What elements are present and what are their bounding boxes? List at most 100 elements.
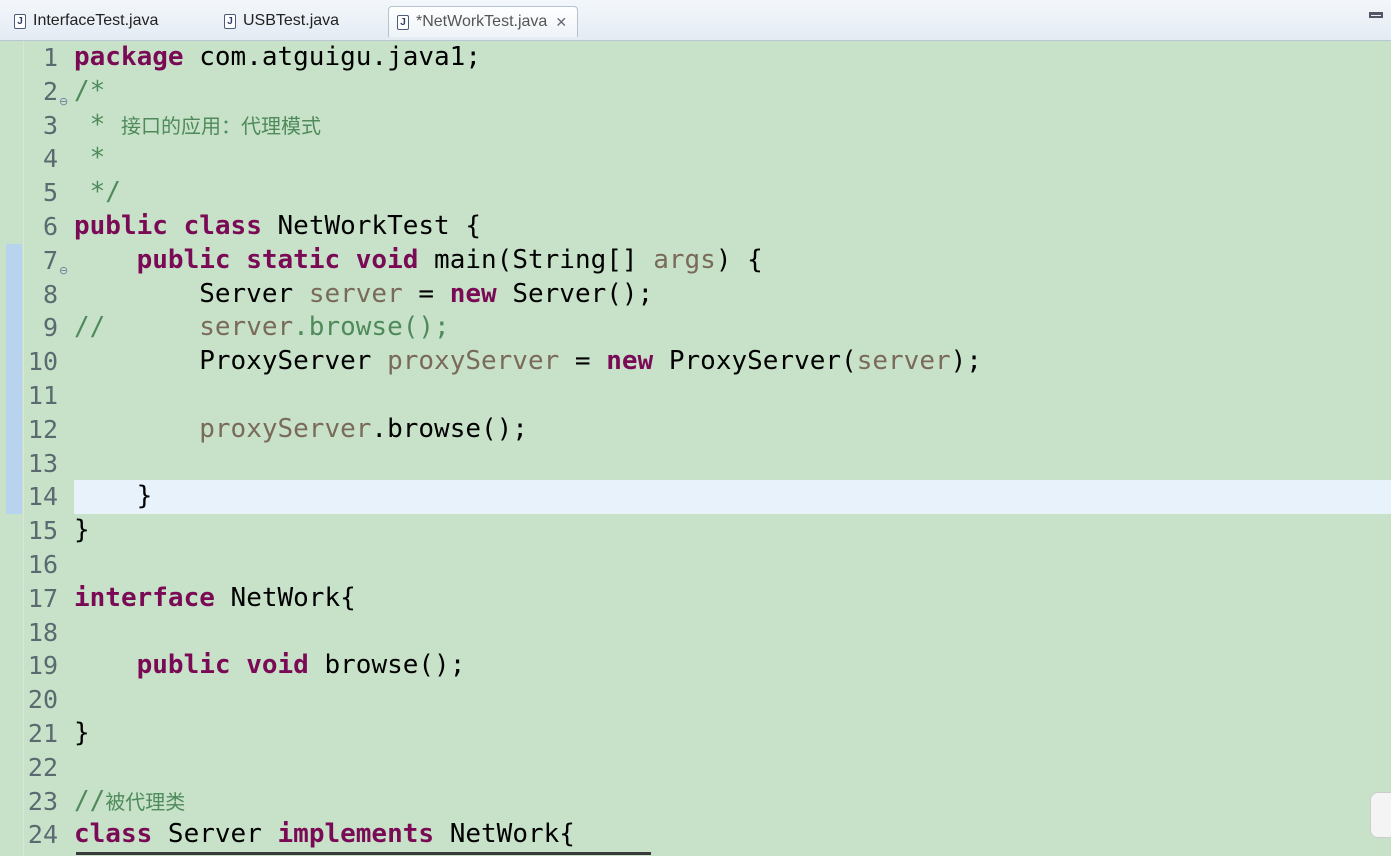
code-token: ProxyServer(: [653, 346, 857, 377]
code-line[interactable]: 15}: [0, 514, 1391, 548]
code-editor[interactable]: 1 package com.atguigu.java1; 2 ⊖/* 3 * 接口的应用…: [0, 41, 1391, 856]
tab-usbtest[interactable]: J USBTest.java: [224, 6, 339, 36]
code-line[interactable]: 2 ⊖/*: [0, 75, 1391, 109]
code-token: implements: [277, 819, 435, 850]
code-text: class Server implements NetWork{: [74, 818, 1391, 852]
code-token: NetWorkTest {: [261, 211, 482, 241]
code-line[interactable]: 23 //被代理类: [0, 785, 1391, 819]
line-number: 13: [27, 448, 58, 478]
code-text: */: [74, 176, 1391, 210]
code-line[interactable]: 17 interface NetWork{: [0, 582, 1391, 616]
code-token: /*: [74, 75, 106, 106]
code-token: main(String[]: [418, 244, 654, 275]
code-token: browse();: [308, 650, 466, 681]
line-number: 14: [27, 482, 58, 512]
code-text: proxyServer.browse();: [74, 413, 1391, 447]
code-token: com.atguigu.java1;: [183, 42, 481, 72]
tab-label: *NetWorkTest.java: [416, 13, 548, 30]
line-number: 4: [42, 144, 58, 174]
line-number: 18: [27, 617, 58, 647]
close-icon[interactable]: ✕: [555, 14, 567, 31]
line-number: 21: [27, 719, 58, 748]
code-line[interactable]: 18: [0, 616, 1391, 650]
code-line[interactable]: 22: [0, 751, 1391, 785]
code-token: public: [74, 211, 168, 241]
code-line[interactable]: 9 // server.browse();: [0, 311, 1391, 346]
java-file-icon: J: [14, 13, 26, 29]
code-token: static: [246, 244, 341, 275]
code-token: .browse();: [371, 413, 528, 444]
code-token: .browse();: [293, 312, 450, 343]
tab-interfacetest[interactable]: J InterfaceTest.java: [14, 6, 158, 36]
code-line[interactable]: 14 }: [0, 480, 1391, 515]
code-line[interactable]: 19 public void browse();: [0, 649, 1391, 683]
code-line[interactable]: 5 */: [0, 176, 1391, 210]
code-token: }: [74, 481, 153, 512]
tab-networktest[interactable]: J *NetWorkTest.java ✕: [388, 6, 579, 37]
code-token: Server: [74, 278, 309, 309]
code-line[interactable]: 11: [0, 379, 1391, 413]
code-token: void: [246, 650, 309, 681]
code-token: }: [74, 515, 90, 546]
line-number: 20: [27, 685, 58, 715]
horizontal-scrollbar[interactable]: [76, 852, 651, 855]
code-text: }: [74, 480, 1391, 515]
code-token: new: [449, 278, 497, 309]
line-number: 22: [27, 752, 58, 782]
code-token: proxyServer: [199, 413, 372, 444]
code-token: );: [950, 346, 982, 377]
code-line[interactable]: 1 package com.atguigu.java1;: [0, 41, 1391, 75]
code-line[interactable]: 10 ProxyServer proxyServer = new ProxySe…: [0, 345, 1391, 379]
code-line[interactable]: 16: [0, 548, 1391, 582]
code-line[interactable]: 8 Server server = new Server();: [0, 277, 1391, 312]
code-token: NetWork{: [434, 819, 575, 850]
code-line[interactable]: 24 class Server implements NetWork{: [0, 818, 1391, 852]
code-text: * 接口的应用：代理模式: [74, 109, 1391, 143]
code-token: 被代理类: [105, 789, 186, 814]
code-line[interactable]: 7 ⊖ public static void main(String[] args…: [0, 243, 1391, 278]
scroll-handle[interactable]: [1370, 792, 1391, 838]
line-number: 24: [27, 820, 58, 850]
java-file-icon: J: [397, 14, 409, 30]
code-text: }: [74, 514, 1391, 548]
code-line[interactable]: 3 * 接口的应用：代理模式: [0, 109, 1391, 143]
tab-label: USBTest.java: [243, 12, 340, 29]
code-text: public static void main(String[] args) {: [74, 244, 1391, 278]
line-number: 9: [42, 313, 58, 343]
minimize-icon[interactable]: [1369, 12, 1383, 18]
code-token: 接口的应用：代理模式: [120, 113, 321, 138]
line-number: 1: [42, 43, 58, 72]
editor-tab-bar: J InterfaceTest.java J USBTest.java J *N…: [0, 0, 1391, 41]
code-token: =: [402, 278, 450, 309]
code-text: // server.browse();: [74, 311, 1391, 345]
tab-label: InterfaceTest.java: [33, 12, 159, 29]
code-line[interactable]: 6 public class NetWorkTest {: [0, 210, 1391, 244]
code-token: server: [199, 312, 294, 343]
code-text: public class NetWorkTest {: [74, 210, 1391, 244]
code-line[interactable]: 4 *: [0, 142, 1391, 176]
line-number: 17: [27, 583, 58, 613]
code-token: Server();: [496, 278, 654, 309]
line-number: 7: [42, 245, 58, 275]
code-text: public void browse();: [74, 649, 1391, 683]
code-line[interactable]: 12 proxyServer.browse();: [0, 412, 1391, 447]
line-number: 23: [27, 786, 58, 816]
java-file-icon: J: [224, 13, 236, 29]
line-number: 11: [27, 381, 58, 410]
line-number: 19: [27, 651, 58, 681]
code-text: interface NetWork{: [74, 582, 1391, 616]
code-text: /*: [74, 75, 1391, 109]
code-line[interactable]: 21}: [0, 717, 1391, 751]
code-token: =: [559, 346, 607, 377]
code-line[interactable]: 20: [0, 683, 1391, 717]
code-token: */: [74, 177, 121, 208]
code-token: server: [856, 346, 951, 377]
code-token: }: [74, 718, 90, 748]
line-number: 16: [27, 550, 58, 579]
code-line[interactable]: 13: [0, 446, 1391, 481]
